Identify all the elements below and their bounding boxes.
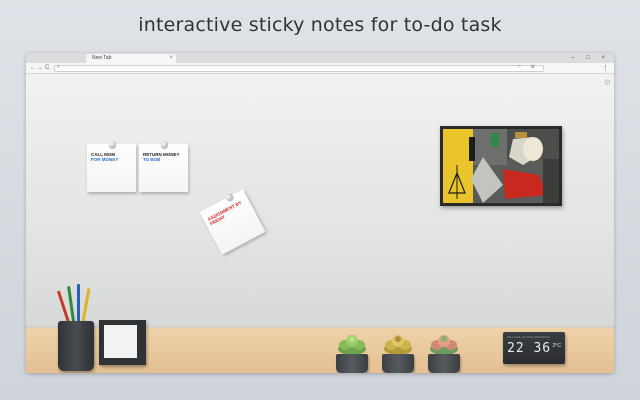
- plant-pot: [382, 354, 414, 373]
- window-controls[interactable]: – □ ×: [571, 53, 610, 63]
- reload-icon[interactable]: C: [45, 63, 49, 74]
- pushpin-icon: [161, 141, 168, 148]
- note-text-line: TO BOB: [143, 157, 161, 163]
- tab-close-icon[interactable]: ×: [169, 54, 173, 63]
- tab-strip: New Tab × – □ ×: [26, 53, 614, 63]
- gear-icon[interactable]: ⚙: [604, 78, 611, 87]
- browser-toolbar: ← → C ⌕ ☆ ⊕ ⋮: [26, 63, 614, 74]
- plant-pot: [336, 354, 368, 373]
- sticky-note-3[interactable]: ASSIGNMENT BY FRIDAY: [199, 189, 266, 255]
- succulent-plant-1: [336, 331, 368, 373]
- pencil-cup: [58, 321, 94, 371]
- forward-arrow-icon[interactable]: →: [37, 63, 43, 74]
- succulent-plant-3: [428, 331, 460, 373]
- pushpin-icon: [109, 141, 116, 148]
- succulent-plant-2: [382, 331, 414, 373]
- sticky-note-1[interactable]: CALL MOM FOR MONEY: [87, 141, 136, 192]
- page-headline: interactive sticky notes for to-do task: [138, 14, 502, 36]
- photo-frame: [99, 320, 146, 365]
- back-arrow-icon[interactable]: ←: [30, 63, 36, 74]
- clock-time: 22 36: [507, 341, 552, 356]
- tab-new-tab[interactable]: New Tab ×: [86, 54, 176, 63]
- tab-title: New Tab: [92, 55, 112, 61]
- pushpin-icon: [224, 192, 235, 202]
- browser-menu-icon[interactable]: ⋮: [602, 63, 609, 74]
- plant-pot: [428, 354, 460, 373]
- cubist-painting-image: [443, 129, 559, 203]
- browser-window: New Tab × – □ × ← → C ⌕ ☆ ⊕ ⋮ ⚙ CALL MOM…: [26, 53, 614, 373]
- photo-frame-blank: [104, 325, 137, 358]
- search-icon: ⌕: [57, 64, 60, 70]
- wall-painting: [440, 126, 562, 206]
- clock-temperature: 2°C: [552, 343, 561, 349]
- omnibox-actions-icon[interactable]: ☆ ⊕: [517, 64, 539, 70]
- omnibox-input[interactable]: ⌕ ☆ ⊕: [54, 64, 544, 72]
- desk-clock: VILLAGE CLOCK MORNING 22 36 2°C: [503, 332, 565, 364]
- clock-brand: VILLAGE CLOCK MORNING: [507, 335, 551, 339]
- sticky-note-2[interactable]: RETURN MONEY TO BOB: [139, 141, 188, 192]
- note-text-line: FOR MONEY: [91, 157, 119, 163]
- page-viewport: ⚙ CALL MOM FOR MONEY RETURN MONEY TO BOB…: [26, 74, 614, 373]
